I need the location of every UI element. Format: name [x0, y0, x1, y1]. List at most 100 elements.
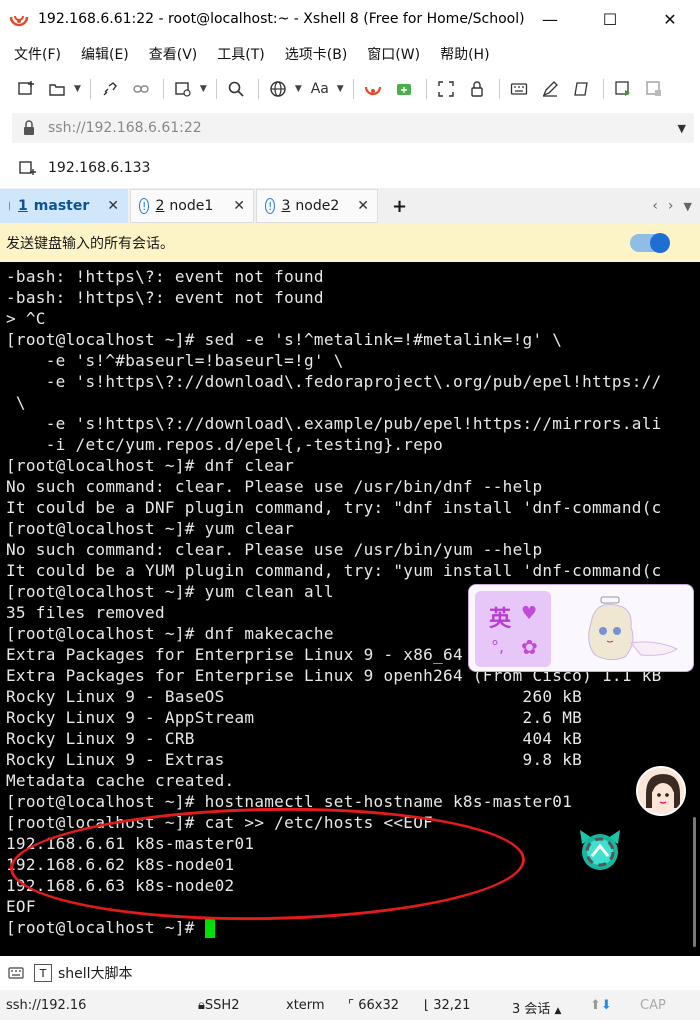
close-button[interactable]: ✕	[640, 0, 700, 38]
heart-icon[interactable]: ♥	[521, 603, 537, 624]
address-bar[interactable]: ssh://192.168.6.61:22 ▼	[12, 113, 694, 143]
menu-tools[interactable]: 工具(T)	[217, 44, 264, 64]
chevron-right-icon[interactable]: ›	[668, 198, 674, 214]
chevron-down-icon[interactable]: ▼	[337, 84, 344, 94]
close-icon[interactable]: ✕	[107, 198, 119, 214]
keyboard-icon[interactable]	[505, 75, 533, 103]
lock-icon[interactable]	[463, 75, 491, 103]
xshell-logo-icon[interactable]	[359, 75, 387, 103]
menu-file[interactable]: 文件(F)	[14, 44, 61, 64]
chevron-down-icon[interactable]: ▼	[295, 84, 302, 94]
terminal-scrollbar[interactable]	[693, 817, 696, 947]
avatar[interactable]	[636, 766, 686, 816]
connected-status-icon	[9, 201, 11, 211]
terminal-line: > ^C	[6, 309, 46, 328]
warning-icon: !	[139, 198, 150, 214]
menu-help[interactable]: 帮助(H)	[440, 44, 489, 64]
menu-view[interactable]: 查看(V)	[149, 44, 198, 64]
terminal-line: Rocky Linux 9 - BaseOS 260 kB	[6, 687, 583, 706]
menu-window[interactable]: 窗口(W)	[367, 44, 420, 64]
chevron-up-icon[interactable]: ▲	[555, 1006, 562, 1016]
new-session-icon[interactable]	[12, 75, 40, 103]
new-tab-icon[interactable]	[18, 159, 36, 177]
fullscreen-icon[interactable]	[432, 75, 460, 103]
protocol-label: SSH2	[204, 998, 240, 1013]
tab-node1[interactable]: ! 2 node1 ✕	[130, 189, 254, 223]
terminal-line: Rocky Linux 9 - AppStream 2.6 MB	[6, 708, 583, 727]
terminal-line: Rocky Linux 9 - CRB 404 kB	[6, 729, 583, 748]
mascot-icon[interactable]	[576, 826, 624, 874]
toolbar: ▼ ▼ ▼ Aa ▼	[0, 72, 700, 106]
font-icon[interactable]: Aa	[306, 75, 334, 103]
terminal-line: No such command: clear. Please use /usr/…	[6, 477, 543, 496]
send-to-all-notice: 发送键盘输入的所有会话。	[0, 224, 700, 262]
chevron-left-icon[interactable]: ‹	[652, 198, 658, 214]
minimize-button[interactable]: —	[520, 0, 580, 38]
session-count-label[interactable]: 3 会话	[512, 1002, 550, 1017]
toolbar-divider	[352, 79, 354, 99]
cursor-icon: ⌊	[424, 998, 430, 1013]
transfer-status: ⬆⬇	[590, 998, 612, 1013]
upload-arrow-icon: ⬆	[590, 998, 601, 1013]
link-icon[interactable]	[127, 75, 155, 103]
session-properties-icon[interactable]	[169, 75, 197, 103]
ime-panel[interactable]: 英 ♥ °, ✿	[475, 591, 551, 667]
xftp-icon[interactable]	[390, 75, 418, 103]
terminal-line: It could be a YUM plugin command, try: "…	[6, 561, 662, 580]
toolbar-divider	[215, 79, 217, 99]
script-stop-icon[interactable]	[640, 75, 668, 103]
highlight-icon[interactable]	[567, 75, 595, 103]
quick-host-bar: 192.168.6.133	[0, 152, 700, 184]
chevron-down-icon[interactable]: ▼	[200, 84, 207, 94]
toolbar-divider	[498, 79, 500, 99]
script-icon[interactable]: T	[34, 964, 52, 982]
toolbar-divider	[425, 79, 427, 99]
protocol-status: 🔒︎SSH2	[198, 998, 239, 1013]
terminal-line: -bash: !https\?: event not found	[6, 267, 324, 286]
tab-node2[interactable]: ! 3 node2 ✕	[256, 189, 378, 223]
gear-icon[interactable]: ✿	[521, 635, 538, 659]
maximize-button[interactable]: ☐	[580, 0, 640, 38]
toolbar-divider	[89, 79, 91, 99]
terminal-line: -i /etc/yum.repos.d/epel{,-testing}.repo	[6, 435, 444, 454]
quick-command-label[interactable]: shell大脚本	[58, 963, 133, 983]
close-icon[interactable]: ✕	[357, 198, 369, 214]
terminal-line: [root@localhost ~]# dnf clear	[6, 456, 295, 475]
terminal-line: [root@localhost ~]# yum clear	[6, 519, 295, 538]
bottom-bar: T shell大脚本	[0, 958, 700, 988]
terminal-line: EOF	[6, 897, 36, 916]
menu-bar: 文件(F) 编辑(E) 查看(V) 工具(T) 选项卡(B) 窗口(W) 帮助(…	[0, 38, 700, 70]
host-address[interactable]: 192.168.6.133	[48, 160, 150, 176]
menu-tab[interactable]: 选项卡(B)	[285, 44, 348, 64]
ime-mode-label[interactable]: 英	[489, 601, 511, 633]
terminal-line: \	[6, 393, 26, 412]
tab-master[interactable]: 1 master ✕	[0, 189, 128, 223]
globe-icon[interactable]	[264, 75, 292, 103]
add-tab-icon[interactable]: +	[392, 196, 407, 217]
chevron-down-icon[interactable]: ▼	[74, 84, 81, 94]
tab-navigation: ‹ › ▼	[652, 198, 692, 214]
send-to-all-toggle[interactable]	[630, 233, 670, 253]
tab-number: 2	[155, 198, 165, 214]
chevron-down-icon[interactable]: ▼	[678, 122, 686, 135]
open-folder-icon[interactable]	[43, 75, 71, 103]
chevron-down-icon[interactable]: ▼	[684, 200, 692, 214]
terminal-prompt-line: [root@localhost ~]#	[6, 918, 215, 938]
ime-widget[interactable]: 英 ♥ °, ✿	[468, 584, 694, 672]
menu-edit[interactable]: 编辑(E)	[81, 44, 129, 64]
keyboard-icon[interactable]	[8, 965, 24, 981]
disconnect-icon[interactable]	[96, 75, 124, 103]
punctuation-icon[interactable]: °,	[491, 637, 504, 656]
search-icon[interactable]	[222, 75, 250, 103]
script-run-icon[interactable]	[609, 75, 637, 103]
compose-icon[interactable]	[536, 75, 564, 103]
cursor-position-value: 32,21	[433, 998, 471, 1013]
tab-label: node2	[295, 198, 340, 214]
address-input[interactable]: ssh://192.168.6.61:22	[48, 120, 202, 136]
connection-status: ssh://192.16	[6, 998, 87, 1013]
status-bar: ssh://192.16 🔒︎SSH2 xterm ⌜ 66x32 ⌊ 32,2…	[0, 990, 700, 1020]
toolbar-divider	[162, 79, 164, 99]
session-count[interactable]: 3 会话 ▲	[512, 998, 561, 1017]
terminal-line: Metadata cache created.	[6, 771, 235, 790]
close-icon[interactable]: ✕	[233, 198, 245, 214]
